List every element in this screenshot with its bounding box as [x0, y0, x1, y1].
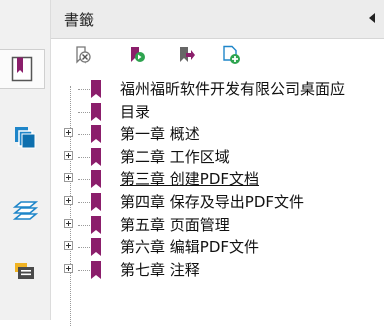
- bookmark-item[interactable]: 第三章 创建PDF文档: [51, 168, 384, 190]
- bookmarks-toolbar: [51, 39, 384, 71]
- expand-plus-icon[interactable]: [64, 263, 73, 273]
- bookmark-label: 第七章 注释: [120, 260, 200, 279]
- bookmark-icon: [91, 238, 101, 257]
- bookmarks-icon: [11, 56, 33, 82]
- expand-plus-icon[interactable]: [64, 150, 73, 160]
- bookmark-item[interactable]: 第四章 保存及导出PDF文件: [51, 191, 384, 213]
- bookmark-label: 第二章 工作区域: [120, 147, 230, 166]
- bookmarks-panel-button[interactable]: [0, 49, 45, 89]
- bookmark-item[interactable]: 第一章 概述: [51, 123, 384, 145]
- bookmark-tree: 福州福昕软件开发有限公司桌面应 目录第一章 概述第二章 工作区域第三章 创建PDF…: [51, 78, 384, 326]
- bookmark-icon: [91, 80, 101, 98]
- add-bookmark-icon[interactable]: [221, 45, 241, 65]
- expand-bookmark-icon[interactable]: [127, 45, 147, 65]
- tree-connector: [78, 247, 90, 249]
- bookmark-item[interactable]: 第七章 注释: [51, 259, 384, 281]
- pages-icon: [15, 127, 36, 149]
- tree-connector: [78, 202, 90, 203]
- bookmark-icon: [91, 215, 101, 234]
- tree-connector: [78, 269, 90, 271]
- delete-bookmark-icon[interactable]: [72, 45, 92, 65]
- bookmark-label: 第三章 创建PDF文档: [120, 170, 259, 189]
- bookmark-label: 第六章 编辑PDF文件: [120, 238, 259, 257]
- tree-connector: [78, 134, 90, 136]
- bookmark-label: 第一章 概述: [120, 125, 200, 144]
- comments-panel-button[interactable]: [6, 252, 44, 290]
- bookmark-item[interactable]: 福州福昕软件开发有限公司桌面应: [51, 78, 384, 100]
- layers-icon: [12, 201, 38, 220]
- go-to-bookmark-icon[interactable]: [176, 45, 196, 65]
- bookmarks-panel-header: 書籤: [51, 0, 384, 39]
- bookmark-item[interactable]: 第六章 编辑PDF文件: [51, 236, 384, 258]
- pages-panel-button[interactable]: [6, 118, 44, 156]
- bookmark-item[interactable]: 第二章 工作区域: [51, 146, 384, 168]
- panel-title: 書籤: [64, 11, 95, 29]
- expand-plus-icon[interactable]: [64, 128, 73, 138]
- expand-plus-icon[interactable]: [64, 196, 73, 205]
- bookmark-label: 第五章 页面管理: [120, 215, 230, 234]
- bookmark-label: 福州福昕软件开发有限公司桌面应: [120, 80, 346, 98]
- expand-plus-icon[interactable]: [64, 218, 73, 228]
- layers-panel-button[interactable]: [6, 192, 44, 230]
- bookmark-label: 目录: [120, 102, 151, 121]
- bookmark-icon: [91, 125, 101, 144]
- navigation-rail: [0, 0, 51, 320]
- expand-plus-icon[interactable]: [64, 241, 73, 251]
- collapse-panel-icon[interactable]: [369, 13, 375, 23]
- bookmark-icon: [91, 193, 101, 211]
- bookmark-item[interactable]: 第五章 页面管理: [51, 214, 384, 236]
- bookmark-icon: [91, 260, 101, 279]
- bookmark-icon: [91, 170, 101, 189]
- bookmark-item[interactable]: 目录: [51, 101, 384, 123]
- tree-connector: [78, 224, 90, 226]
- bookmark-icon: [91, 147, 101, 166]
- tree-connector: [78, 156, 90, 158]
- tree-connector: [78, 89, 90, 90]
- comments-icon: [15, 263, 34, 279]
- tree-connector: [78, 179, 90, 181]
- expand-plus-icon[interactable]: [64, 173, 73, 183]
- bookmark-label: 第四章 保存及导出PDF文件: [120, 193, 304, 211]
- tree-connector: [78, 111, 90, 113]
- bookmark-icon: [91, 102, 101, 121]
